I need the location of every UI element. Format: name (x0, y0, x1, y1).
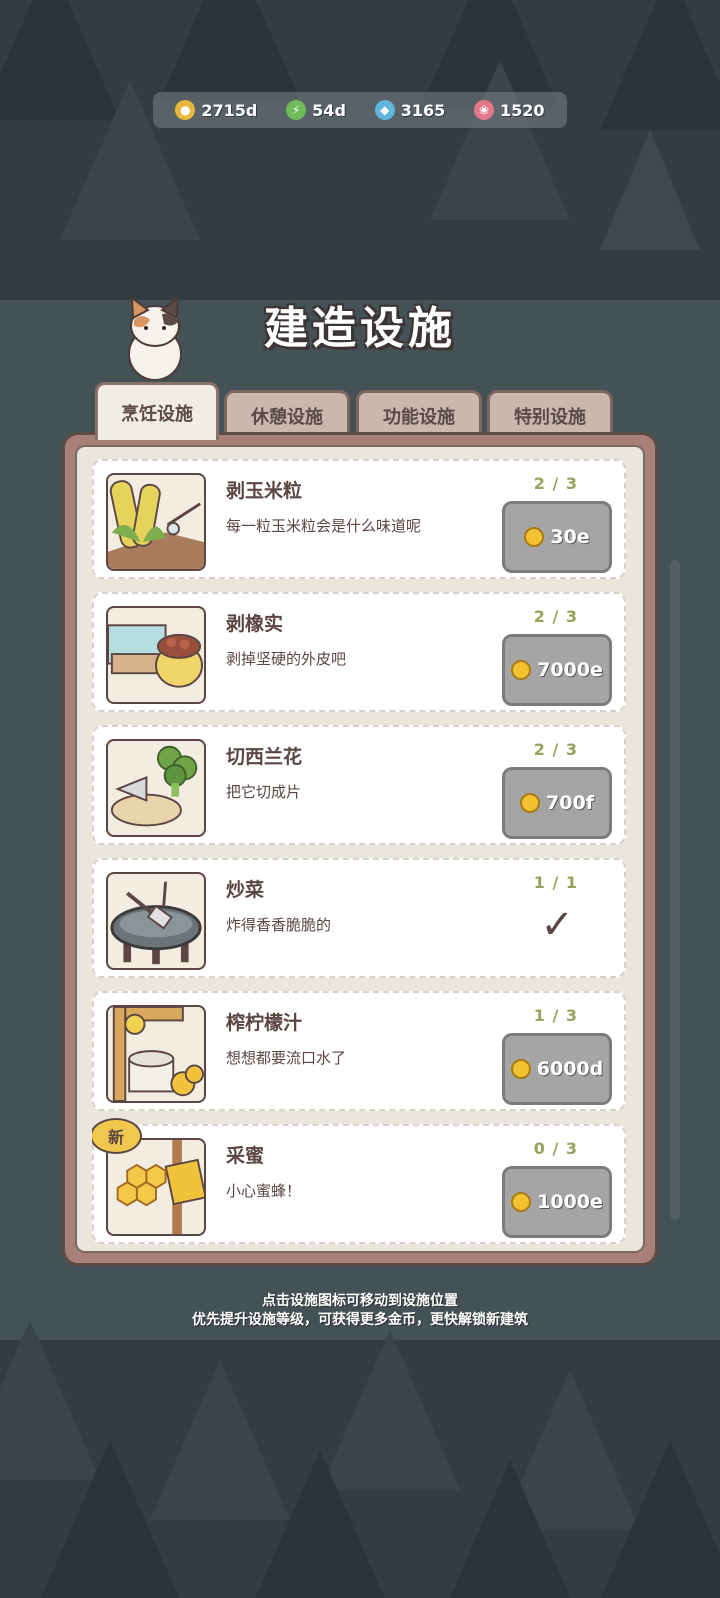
tab-rest[interactable]: 休憩设施 (224, 390, 350, 438)
facility-count: 0 / 3 (533, 1139, 578, 1158)
facility-panel: 剥玉米粒每一粒玉米粒会是什么味道呢 2 / 3 30e 剥橡实剥掉坚硬的外皮吧 2 / … (62, 432, 658, 1266)
resource-value: 54d (312, 100, 346, 120)
facility-count: 2 / 3 (533, 740, 578, 759)
facility-count: 1 / 1 (533, 873, 578, 892)
build-button[interactable]: 700f (502, 767, 612, 839)
facility-card: 榨柠檬汁想想都要流口水了 1 / 3 6000d (92, 991, 626, 1111)
diamond-icon: ◆ (374, 100, 395, 120)
tab-special[interactable]: 特别设施 (487, 390, 613, 438)
resource-value: 2715d (201, 100, 258, 120)
gold-coin-icon: ● (175, 100, 196, 120)
facility-name: 榨柠檬汁 (226, 1012, 303, 1034)
build-price: 1000e (537, 1191, 603, 1213)
hint-upgrade: 优先提升设施等级，可获得更多金币，更快解锁新建筑 (192, 1312, 528, 1328)
resource-item[interactable]: ● 2715d (175, 100, 257, 120)
facility-card: 炒菜炸得香香脆脆的 1 / 1 ✓ (92, 858, 626, 978)
facility-list[interactable]: 剥玉米粒每一粒玉米粒会是什么味道呢 2 / 3 30e 剥橡实剥掉坚硬的外皮吧 2 / … (92, 459, 626, 1251)
gold-coin-icon (520, 793, 541, 813)
facility-name: 炒菜 (226, 879, 265, 901)
hint-move: 点击设施图标可移动到设施位置 (262, 1293, 458, 1309)
facility-description: 把它切成片 (226, 783, 302, 801)
gold-coin-icon (524, 527, 545, 547)
facility-name: 剥橡实 (226, 613, 284, 635)
heart-shell-icon: ❀ (474, 100, 495, 120)
facility-description: 想想都要流口水了 (226, 1049, 347, 1067)
build-button[interactable]: 30e (502, 501, 612, 573)
new-badge: 新 (92, 1118, 142, 1154)
checkmark-icon: ✓ (540, 902, 574, 948)
build-price: 30e (550, 526, 590, 548)
facility-count: 2 / 3 (533, 474, 578, 493)
resource-value: 3165 (400, 100, 446, 120)
facility-card: 新采蜜小心蜜蜂！ 0 / 3 1000e (92, 1118, 626, 1244)
facility-description: 小心蜜蜂！ (226, 1182, 302, 1200)
energy-bolt-icon: ⚡ (286, 100, 307, 120)
facility-description: 剥掉坚硬的外皮吧 (226, 650, 347, 668)
page-title: 建造设施 (264, 303, 456, 354)
facility-icon[interactable] (106, 473, 206, 571)
resource-item[interactable]: ⚡ 54d (286, 100, 346, 120)
facility-name: 剥玉米粒 (226, 480, 303, 502)
facility-description: 每一粒玉米粒会是什么味道呢 (226, 517, 422, 535)
resource-item[interactable]: ◆ 3165 (374, 100, 446, 120)
scrollbar[interactable] (670, 560, 680, 1220)
facility-name: 切西兰花 (226, 746, 303, 768)
tab-function[interactable]: 功能设施 (356, 390, 482, 438)
gold-coin-icon (511, 1192, 532, 1212)
facility-count: 2 / 3 (533, 607, 578, 626)
facility-card: 剥橡实剥掉坚硬的外皮吧 2 / 3 7000e (92, 592, 626, 712)
build-button[interactable]: 6000d (502, 1033, 612, 1105)
facility-panel-inner: 剥玉米粒每一粒玉米粒会是什么味道呢 2 / 3 30e 剥橡实剥掉坚硬的外皮吧 2 / … (75, 445, 645, 1253)
build-button[interactable]: 1000e (502, 1166, 612, 1238)
resource-value: 1520 (500, 100, 545, 120)
facility-icon[interactable] (106, 872, 206, 970)
build-price: 700f (546, 792, 594, 814)
build-price: 6000d (536, 1058, 604, 1080)
gold-coin-icon (511, 660, 532, 680)
facility-icon[interactable] (106, 606, 206, 704)
resource-item[interactable]: ❀ 1520 (474, 100, 545, 120)
resource-bar: ● 2715d ⚡ 54d ◆ 3165 ❀ 1520 (153, 92, 567, 128)
facility-icon[interactable] (106, 739, 206, 837)
facility-icon[interactable] (106, 1005, 206, 1103)
facility-card: 切西兰花把它切成片 2 / 3 700f (92, 725, 626, 845)
facility-card: 剥玉米粒每一粒玉米粒会是什么味道呢 2 / 3 30e (92, 459, 626, 579)
facility-name: 采蜜 (226, 1145, 265, 1167)
gold-coin-icon (510, 1059, 531, 1079)
build-button[interactable]: 7000e (502, 634, 612, 706)
facility-description: 炸得香香脆脆的 (226, 916, 332, 934)
build-price: 7000e (537, 659, 603, 681)
facility-count: 1 / 3 (533, 1006, 578, 1025)
tab-cooking[interactable]: 烹饪设施 (95, 382, 219, 440)
